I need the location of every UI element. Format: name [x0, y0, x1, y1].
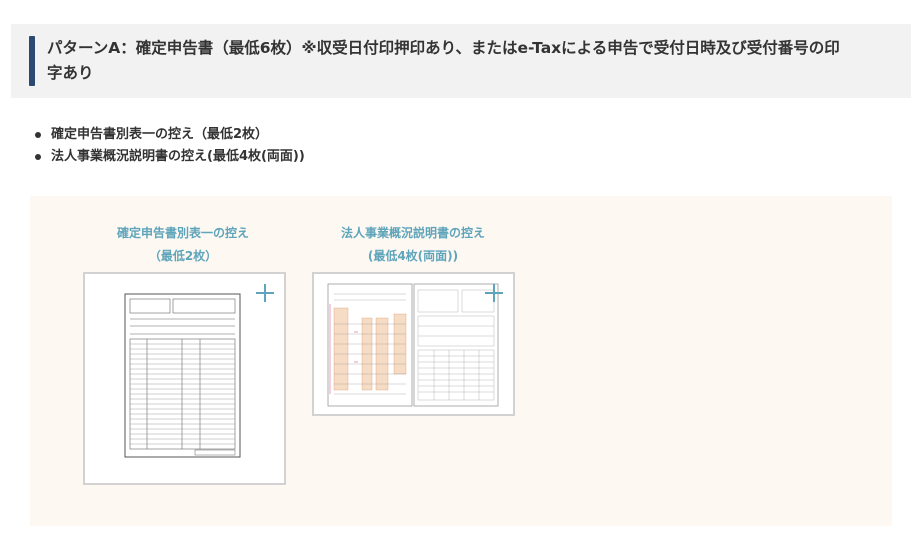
thumbnail-2-title: 法人事業概況説明書の控え — [340, 226, 485, 240]
list-item: 法人事業概況説明書の控え(最低4枚(両面)) — [33, 146, 305, 168]
heading-line-2: 字あり — [47, 64, 94, 82]
heading-line-1: パターンA：確定申告書（最低6枚）※収受日付印押印あり、またはe-Taxによる申… — [47, 39, 840, 57]
thumbnail-1-image[interactable] — [83, 272, 286, 485]
thumbnail-1-title: 確定申告書別表一の控え — [116, 226, 249, 240]
required-documents-list: 確定申告書別表一の控え（最低2枚） 法人事業概況説明書の控え(最低4枚(両面)) — [33, 124, 305, 168]
business-overview-form-preview — [327, 283, 499, 407]
plus-icon[interactable] — [485, 284, 503, 302]
thumbnail-1-caption: 確定申告書別表一の控え （最低2枚） — [83, 222, 283, 268]
tax-return-form-preview — [124, 293, 241, 458]
thumbnail-2-subtitle: (最低4枚(両面)) — [367, 249, 459, 263]
thumbnail-2-image[interactable] — [312, 272, 515, 416]
document-samples-panel: 確定申告書別表一の控え （最低2枚） 法人事業概況説明書の控え (最低4枚(両面… — [30, 196, 892, 526]
plus-icon[interactable] — [256, 284, 274, 302]
thumbnail-1-subtitle: （最低2枚） — [148, 249, 218, 263]
pattern-heading: パターンA：確定申告書（最低6枚）※収受日付印押印あり、またはe-Taxによる申… — [11, 24, 911, 98]
heading-accent-bar — [29, 36, 35, 86]
thumbnail-2-caption: 法人事業概況説明書の控え (最低4枚(両面)) — [313, 222, 513, 268]
pattern-heading-title: パターンA：確定申告書（最低6枚）※収受日付印押印あり、またはe-Taxによる申… — [47, 36, 897, 86]
list-item: 確定申告書別表一の控え（最低2枚） — [33, 124, 305, 146]
